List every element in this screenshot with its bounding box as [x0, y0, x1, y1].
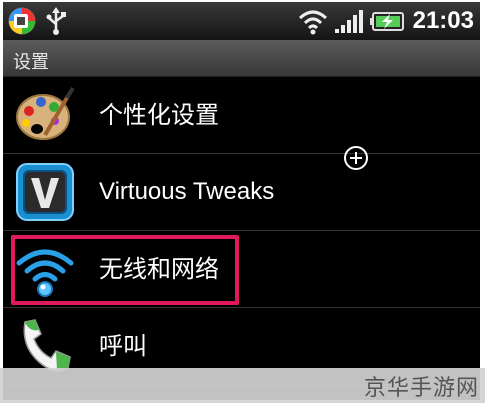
add-circle-icon[interactable] — [343, 145, 369, 171]
phone-screen: 21:03 设置 个性化设置 Virtuous Tweaks 无线和网络 呼叫 — [3, 2, 480, 400]
settings-header: 设置 — [3, 40, 480, 77]
status-bar-left — [5, 6, 69, 36]
watermark-band: 京华手游网 — [0, 368, 485, 403]
status-bar-clock: 21:03 — [412, 7, 474, 34]
notification-app-icon[interactable] — [5, 6, 39, 36]
settings-item-virtuous-tweaks[interactable]: Virtuous Tweaks — [3, 154, 480, 231]
virtuous-v-icon — [16, 163, 74, 221]
wifi-icon — [298, 10, 327, 35]
status-bar: 21:03 — [3, 2, 480, 40]
signal-bars-icon — [334, 10, 363, 33]
settings-item-label: 个性化设置 — [99, 101, 219, 129]
palette-icon — [16, 86, 75, 140]
settings-item-personalize[interactable]: 个性化设置 — [3, 77, 480, 154]
usb-icon — [46, 7, 66, 35]
battery-charging-icon — [369, 12, 404, 31]
settings-item-label: Virtuous Tweaks — [99, 178, 275, 205]
page-title: 设置 — [13, 52, 49, 73]
phone-icon — [23, 319, 71, 372]
watermark-text: 京华手游网 — [363, 376, 479, 401]
status-bar-right: 21:03 — [297, 2, 474, 40]
highlight-box — [11, 235, 239, 305]
